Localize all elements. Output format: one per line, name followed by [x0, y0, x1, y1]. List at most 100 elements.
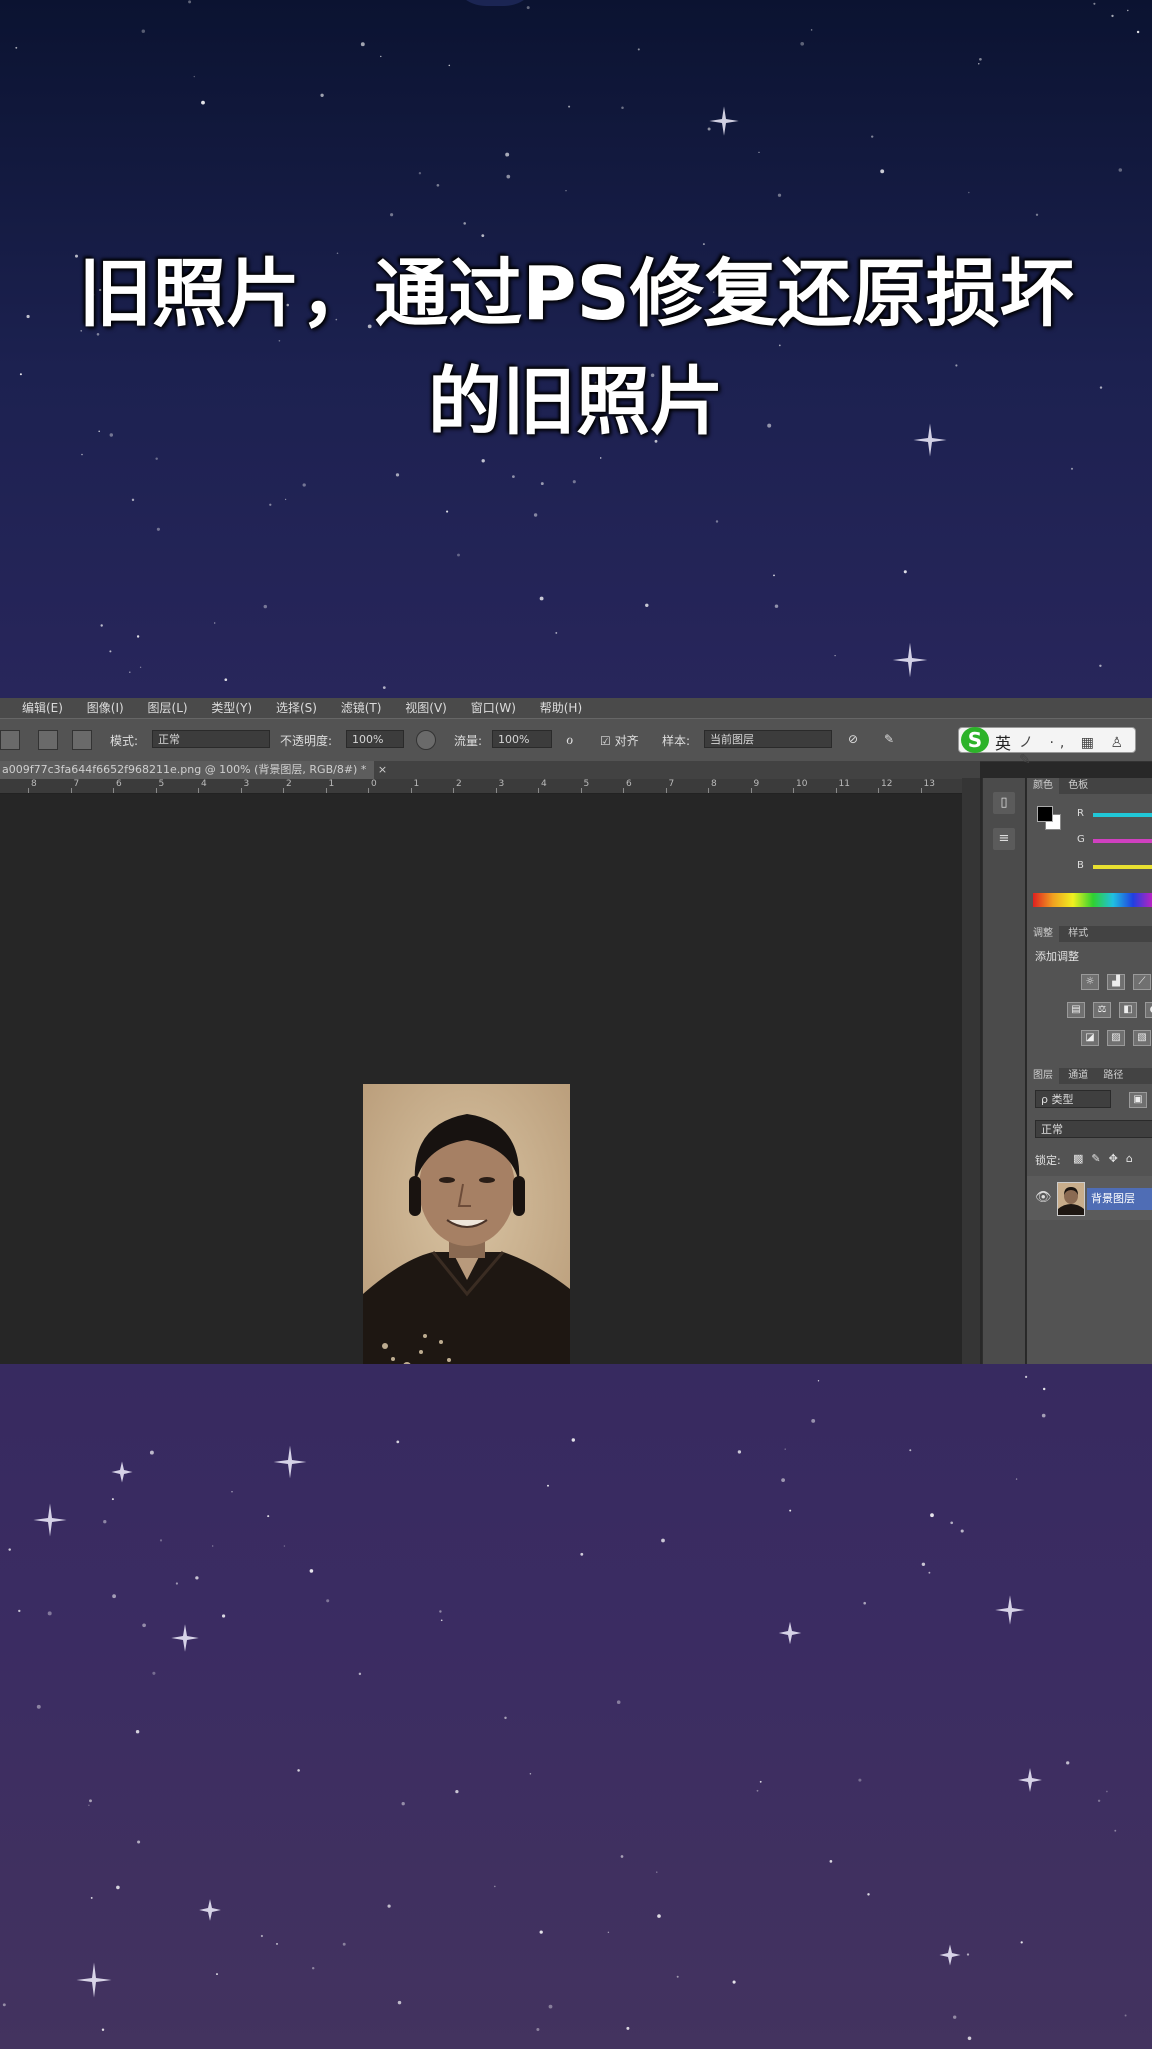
star-dot	[526, 6, 530, 10]
image-filter-icon[interactable]: ▣	[1129, 1092, 1147, 1108]
opacity-label: 不透明度:	[280, 734, 333, 748]
brush-preset-icon[interactable]	[38, 730, 58, 750]
star-dot	[231, 1491, 233, 1493]
star-dot	[1106, 1790, 1108, 1793]
flow-input[interactable]: 100%	[492, 730, 552, 748]
foreground-color-swatch[interactable]	[1037, 806, 1053, 822]
tool-preset-icon[interactable]	[0, 730, 20, 750]
opacity-input[interactable]: 100%	[346, 730, 404, 748]
star-dot	[548, 2004, 553, 2009]
brightness-icon[interactable]: ☼	[1081, 974, 1099, 990]
sparkle-star	[273, 1445, 307, 1479]
star-dot	[455, 1789, 459, 1794]
sparkle-star	[778, 1621, 802, 1645]
gradient-map-icon[interactable]: ▧	[1133, 1030, 1151, 1046]
curves-icon[interactable]: ⟋	[1133, 974, 1151, 990]
star-dot	[103, 1520, 107, 1524]
star-dot	[380, 55, 382, 58]
star-dot	[395, 473, 400, 477]
menu-layer[interactable]: 图层(L)	[148, 698, 188, 718]
properties-panel-icon[interactable]: ≡	[993, 828, 1015, 850]
tab-layers[interactable]: 图层	[1027, 1068, 1059, 1084]
star-dot	[1035, 213, 1039, 216]
blend-mode-select[interactable]: 正常	[1035, 1120, 1152, 1138]
menu-image[interactable]: 图像(I)	[87, 698, 124, 718]
star-dot	[960, 1529, 964, 1533]
tab-color[interactable]: 颜色	[1027, 778, 1059, 794]
star-dot	[360, 42, 365, 47]
sogou-logo-icon[interactable]: S	[961, 727, 989, 753]
ruler-tick-label: 12	[881, 779, 893, 789]
layer-row-background[interactable]: 👁 背景图层	[1027, 1176, 1152, 1220]
menu-type[interactable]: 类型(Y)	[211, 698, 252, 718]
ignore-adjustment-icon[interactable]: ⊘	[848, 732, 858, 746]
star-dot	[909, 1449, 912, 1452]
menu-filter[interactable]: 滤镜(T)	[341, 698, 382, 718]
star-dot	[817, 1380, 820, 1382]
sample-select[interactable]: 当前图层	[704, 730, 832, 748]
levels-icon[interactable]: ▟	[1107, 974, 1125, 990]
align-checkbox[interactable]: ☑ 对齐	[600, 732, 639, 749]
ime-extra-icons[interactable]: ノ ·, ▦ ♙ ✎	[1019, 732, 1135, 768]
menu-view[interactable]: 视图(V)	[405, 698, 447, 718]
ruler-tick-label: 0	[371, 779, 377, 789]
photo-filter-icon[interactable]: ◐	[1145, 1002, 1152, 1018]
posterize-icon[interactable]: ▨	[1107, 1030, 1125, 1046]
star-dot	[533, 513, 538, 517]
ime-language[interactable]: 英	[995, 730, 1011, 754]
bw-icon[interactable]: ◧	[1119, 1002, 1137, 1018]
vertical-scrollbar[interactable]	[962, 778, 980, 1364]
menu-help[interactable]: 帮助(H)	[540, 698, 582, 718]
channel-g-slider[interactable]	[1093, 839, 1152, 843]
ruler-tick-label: 3	[243, 779, 250, 789]
headline-line-2: 的旧照片	[428, 359, 724, 445]
sparkle-star	[709, 106, 739, 136]
menu-window[interactable]: 窗口(W)	[471, 698, 516, 718]
hue-icon[interactable]: ▤	[1067, 1002, 1085, 1018]
ime-toolbar: S 英 ノ ·, ▦ ♙ ✎	[958, 727, 1136, 768]
options-bar: 模式: 正常 不透明度: 100% 流量: 100% ℴ ☑ 对齐 样本: 当前…	[0, 718, 1152, 768]
star-dot	[1025, 1375, 1028, 1378]
star-dot	[572, 480, 576, 484]
star-dot	[903, 570, 907, 574]
balance-icon[interactable]: ⚖	[1093, 1002, 1111, 1018]
star-dot	[676, 1975, 679, 1978]
menu-select[interactable]: 选择(S)	[276, 698, 317, 718]
menu-bar: 编辑(E) 图像(I) 图层(L) 类型(Y) 选择(S) 滤镜(T) 视图(V…	[0, 698, 1152, 718]
history-panel-icon[interactable]: ▯	[993, 792, 1015, 814]
invert-icon[interactable]: ◪	[1081, 1030, 1099, 1046]
star-dot	[571, 1438, 575, 1442]
star-dot	[175, 1582, 178, 1585]
tab-paths[interactable]: 路径	[1097, 1068, 1129, 1084]
ruler-tick-mark	[453, 788, 454, 793]
layer-filter-select[interactable]: ρ 类型	[1035, 1090, 1111, 1108]
channel-r-slider[interactable]	[1093, 813, 1152, 817]
visibility-eye-icon[interactable]: 👁	[1035, 1190, 1052, 1205]
ruler-tick-mark	[665, 788, 667, 793]
star-dot	[387, 1904, 391, 1908]
star-dot	[1015, 1478, 1018, 1480]
layer-name[interactable]: 背景图层	[1087, 1188, 1152, 1210]
ruler-tick-label: 10	[796, 779, 808, 789]
mode-select[interactable]: 正常	[152, 730, 270, 748]
star-dot	[811, 1418, 816, 1423]
close-tab-icon[interactable]: ×	[378, 763, 387, 776]
tab-adjustments[interactable]: 调整	[1027, 926, 1059, 942]
star-dot	[224, 678, 228, 682]
lock-icons[interactable]: ▩✎✥⌂	[1073, 1152, 1141, 1165]
star-dot	[781, 1478, 785, 1482]
clone-source-icon[interactable]	[72, 730, 92, 750]
tab-swatches[interactable]: 色板	[1062, 778, 1094, 794]
airbrush-icon[interactable]: ℴ	[566, 729, 573, 748]
menu-edit[interactable]: 编辑(E)	[22, 698, 63, 718]
ruler-tick-label: 13	[923, 779, 935, 789]
pressure-opacity-icon[interactable]	[416, 730, 436, 750]
color-spectrum[interactable]	[1033, 893, 1152, 907]
channel-b-slider[interactable]	[1093, 865, 1152, 869]
star-dot	[1111, 14, 1114, 18]
pressure-size-icon[interactable]: ✎	[884, 732, 894, 746]
document-tab[interactable]: a009f77c3fa644f6652f968211e.png @ 100% (…	[0, 761, 375, 779]
tab-styles[interactable]: 样式	[1062, 926, 1094, 942]
tab-channels[interactable]: 通道	[1062, 1068, 1094, 1084]
star-dot	[320, 93, 324, 97]
